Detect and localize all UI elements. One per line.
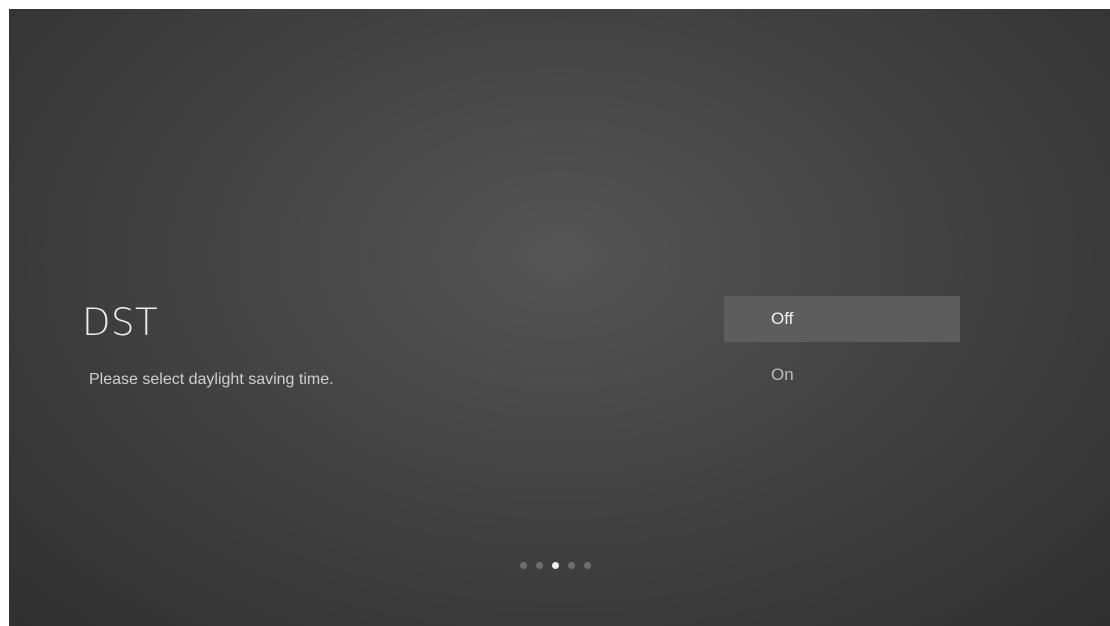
setup-screen: DST Please select daylight saving time. … bbox=[9, 9, 1110, 626]
page-dot-5[interactable] bbox=[584, 562, 591, 569]
page-dot-4[interactable] bbox=[568, 562, 575, 569]
dst-options-list: Off On bbox=[724, 296, 960, 408]
page-dot-2[interactable] bbox=[536, 562, 543, 569]
page-subtitle: Please select daylight saving time. bbox=[89, 371, 334, 388]
page-dot-3-active[interactable] bbox=[552, 562, 559, 569]
option-on[interactable]: On bbox=[724, 352, 960, 398]
page-title: DST bbox=[82, 301, 159, 344]
option-off[interactable]: Off bbox=[724, 296, 960, 342]
page-dot-1[interactable] bbox=[520, 562, 527, 569]
page-indicator bbox=[520, 562, 591, 569]
